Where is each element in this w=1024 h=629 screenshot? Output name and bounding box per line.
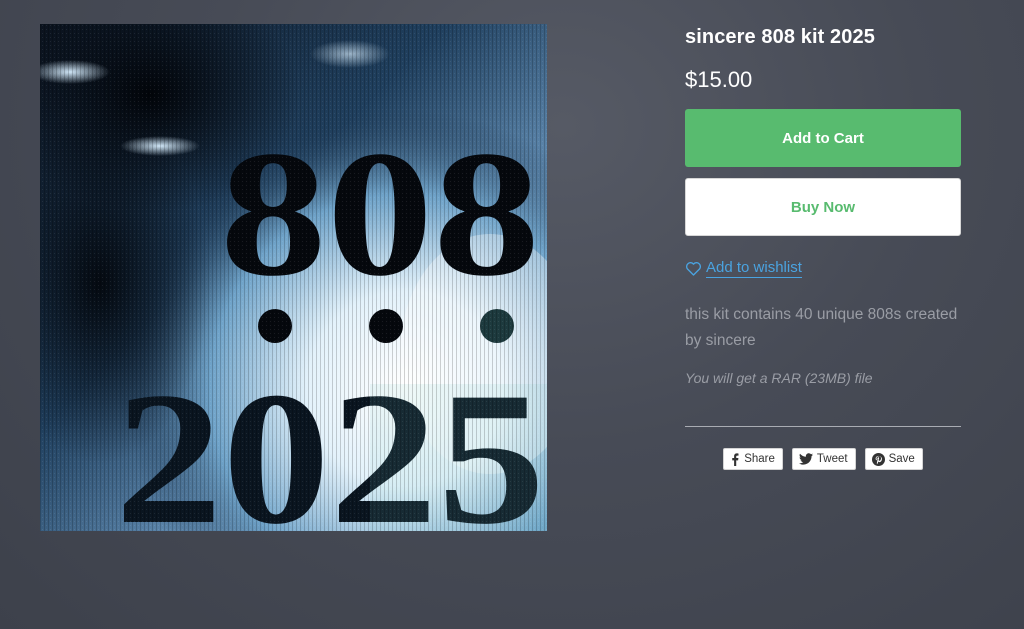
share-label: Tweet [816, 453, 848, 465]
social-share-row: Share Tweet Save [685, 448, 961, 470]
product-title: sincere 808 kit 2025 [685, 26, 875, 48]
album-artwork: 808 2025 [40, 24, 547, 531]
share-label: Share [744, 453, 775, 465]
wishlist-label: Add to wishlist [706, 259, 802, 278]
pinterest-share-button[interactable]: Save [864, 448, 923, 470]
pinterest-icon [871, 452, 885, 466]
facebook-share-button[interactable]: Share [723, 448, 783, 470]
divider [685, 426, 961, 427]
product-page: 808 2025 sincere 808 kit 2025 $15.00 Add… [0, 0, 1024, 629]
add-to-wishlist-link[interactable]: Add to wishlist [685, 259, 961, 278]
file-info: You will get a RAR (23MB) file [685, 370, 873, 386]
product-price: $15.00 [685, 67, 753, 92]
heart-icon [685, 262, 702, 276]
twitter-icon [798, 453, 813, 465]
add-to-cart-button[interactable]: Add to Cart [685, 109, 961, 167]
product-image[interactable]: 808 2025 [40, 24, 547, 531]
product-description: this kit contains 40 unique 808s created… [685, 306, 958, 349]
facebook-icon [732, 452, 739, 466]
product-info: sincere 808 kit 2025 $15.00 Add to Cart … [685, 24, 961, 470]
share-label: Save [888, 453, 915, 465]
twitter-share-button[interactable]: Tweet [791, 448, 856, 470]
buy-now-button[interactable]: Buy Now [685, 178, 961, 236]
